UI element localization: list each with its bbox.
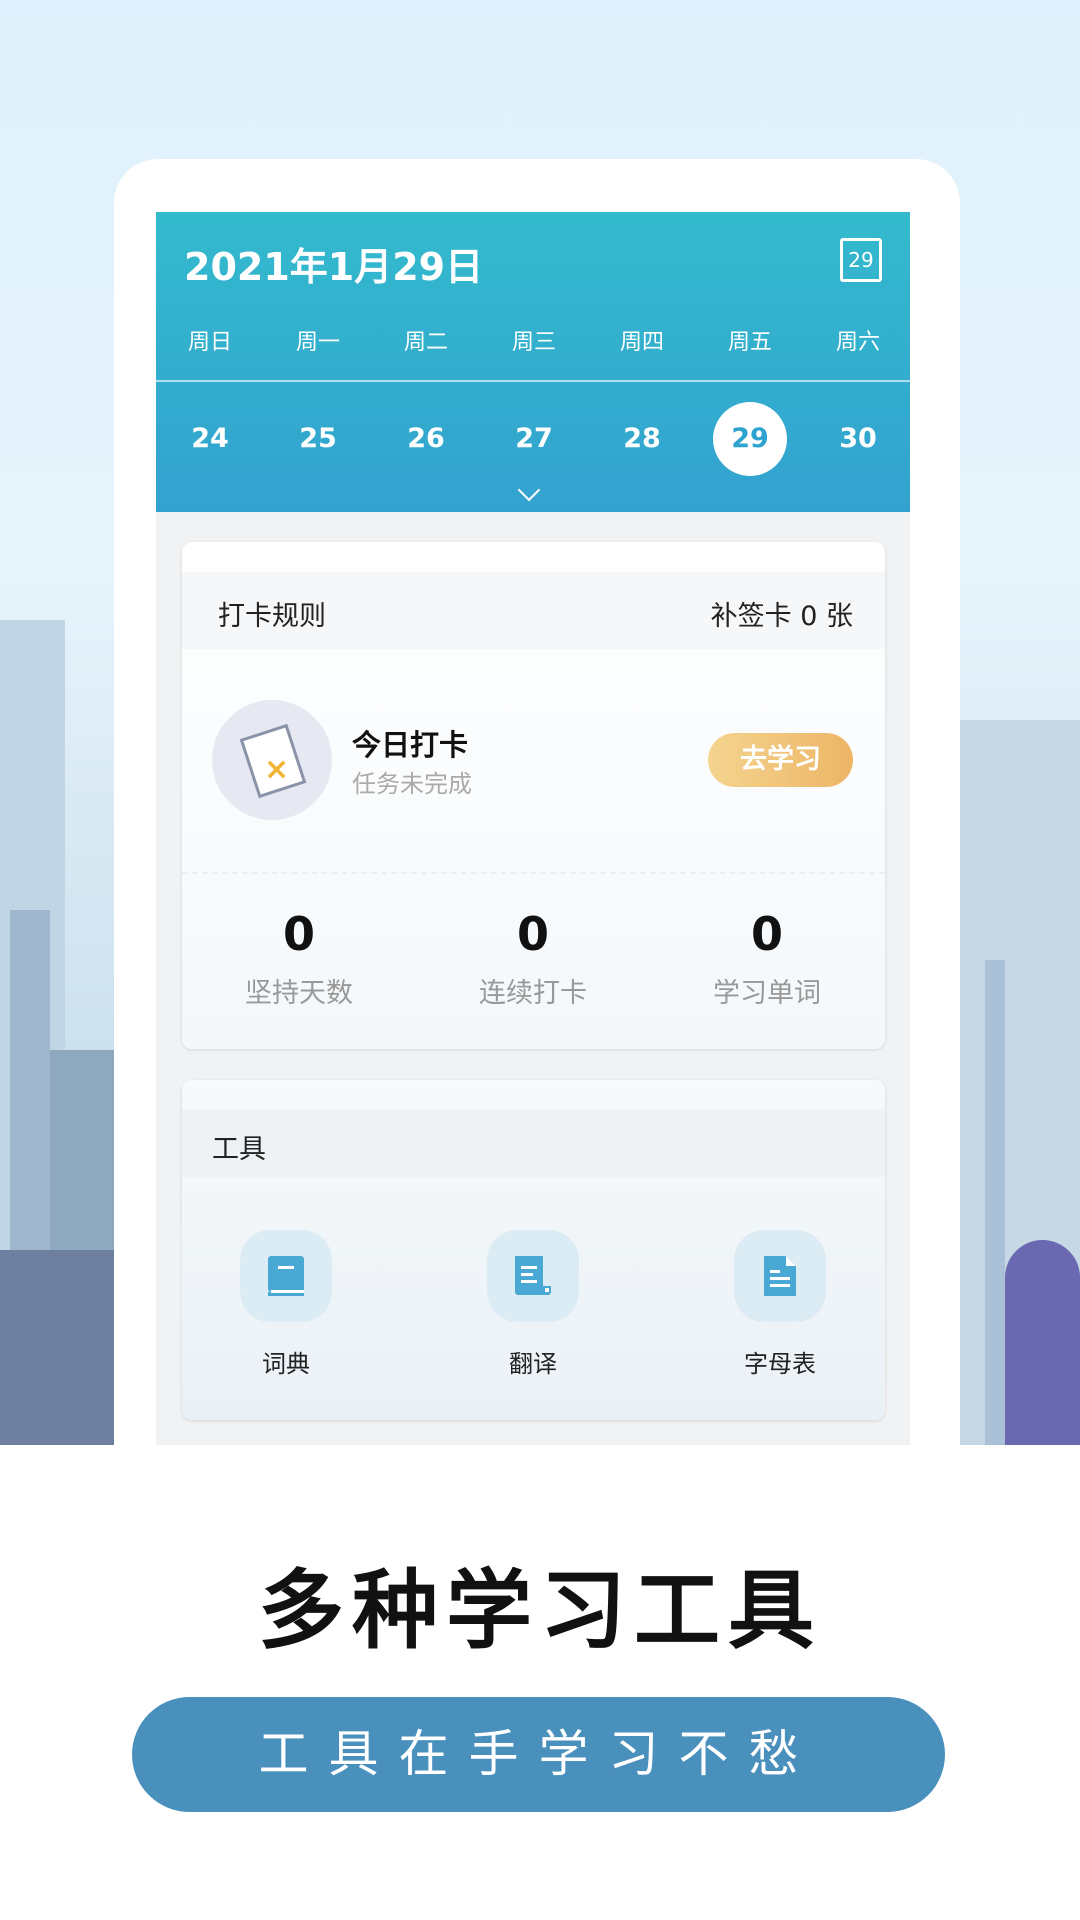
checkin-card: 打卡规则 补签卡 0 张 × 今日打卡 任务未完成 去学习 0 坚持天数 0 连续打… [182,542,885,1049]
calendar-icon[interactable]: 29 [840,238,882,282]
checkin-card-header: 打卡规则 补签卡 0 张 [182,572,885,649]
app-screen: 2021年1月29日 29 周日 周一 周二 周三 周四 周五 周六 24 25… [156,212,910,1445]
task-illustration-icon: × [212,700,332,820]
stat-streak: 0 连续打卡 [416,907,650,1010]
tool-dictionary[interactable]: 词典 [206,1230,366,1379]
promo-subtitle-banner: 工具在手学习不愁 [132,1697,945,1812]
divider [156,380,910,382]
dashed-divider [182,872,885,874]
stat-label: 连续打卡 [479,978,587,1009]
weekday-label: 周一 [295,330,340,355]
date-number: 27 [515,423,553,454]
date-cell[interactable]: 24 [156,402,264,476]
document-icon [515,1256,551,1295]
stat-label: 学习单词 [713,978,821,1009]
tools-title: 工具 [212,1134,266,1165]
tool-alphabet[interactable]: 字母表 [700,1230,860,1379]
chevron-down-icon[interactable] [517,478,541,502]
checkin-rules-link[interactable]: 打卡规则 [218,594,326,633]
date-cell-selected[interactable]: 29 [696,402,804,476]
date-cell[interactable]: 30 [804,402,910,476]
tools-card: 工具 词典 翻译 字母表 [182,1080,885,1420]
current-date: 2021年1月29日 [184,245,484,289]
date-number: 24 [191,423,229,454]
date-number: 30 [839,423,877,454]
tool-label: 字母表 [744,1350,816,1378]
date-cell[interactable]: 26 [372,402,480,476]
date-number: 26 [407,423,445,454]
weekday-label: 周三 [511,330,556,355]
weekday-label: 周五 [727,330,772,355]
book-icon [268,1256,304,1296]
date-cell[interactable]: 27 [480,402,588,476]
tool-translate[interactable]: 翻译 [453,1230,613,1379]
today-checkin-title: 今日打卡 [352,728,469,762]
go-study-button[interactable]: 去学习 [708,733,853,787]
stat-value: 0 [282,907,315,961]
makeup-card-count: 补签卡 0 张 [710,601,853,632]
date-number: 29 [713,402,787,476]
promo-title: 多种学习工具 [258,1561,822,1661]
calendar-header: 2021年1月29日 29 周日 周一 周二 周三 周四 周五 周六 24 25… [156,212,910,512]
weekday-label: 周日 [187,330,232,355]
stat-value: 0 [516,907,549,961]
tools-card-header: 工具 [182,1109,885,1177]
weekday-label: 周六 [835,330,880,355]
tool-label: 词典 [262,1350,310,1378]
today-checkin-status: 任务未完成 [352,770,472,798]
weekday-label: 周二 [403,330,448,355]
date-cell[interactable]: 28 [588,402,696,476]
stat-label: 坚持天数 [245,978,353,1009]
date-cell[interactable]: 25 [264,402,372,476]
date-number: 25 [299,423,337,454]
stat-persist-days: 0 坚持天数 [182,907,416,1010]
stat-words: 0 学习单词 [650,907,884,1010]
stat-value: 0 [750,907,783,961]
file-icon [764,1256,796,1296]
weekday-label: 周四 [619,330,664,355]
date-number: 28 [623,423,661,454]
tool-label: 翻译 [509,1350,557,1378]
